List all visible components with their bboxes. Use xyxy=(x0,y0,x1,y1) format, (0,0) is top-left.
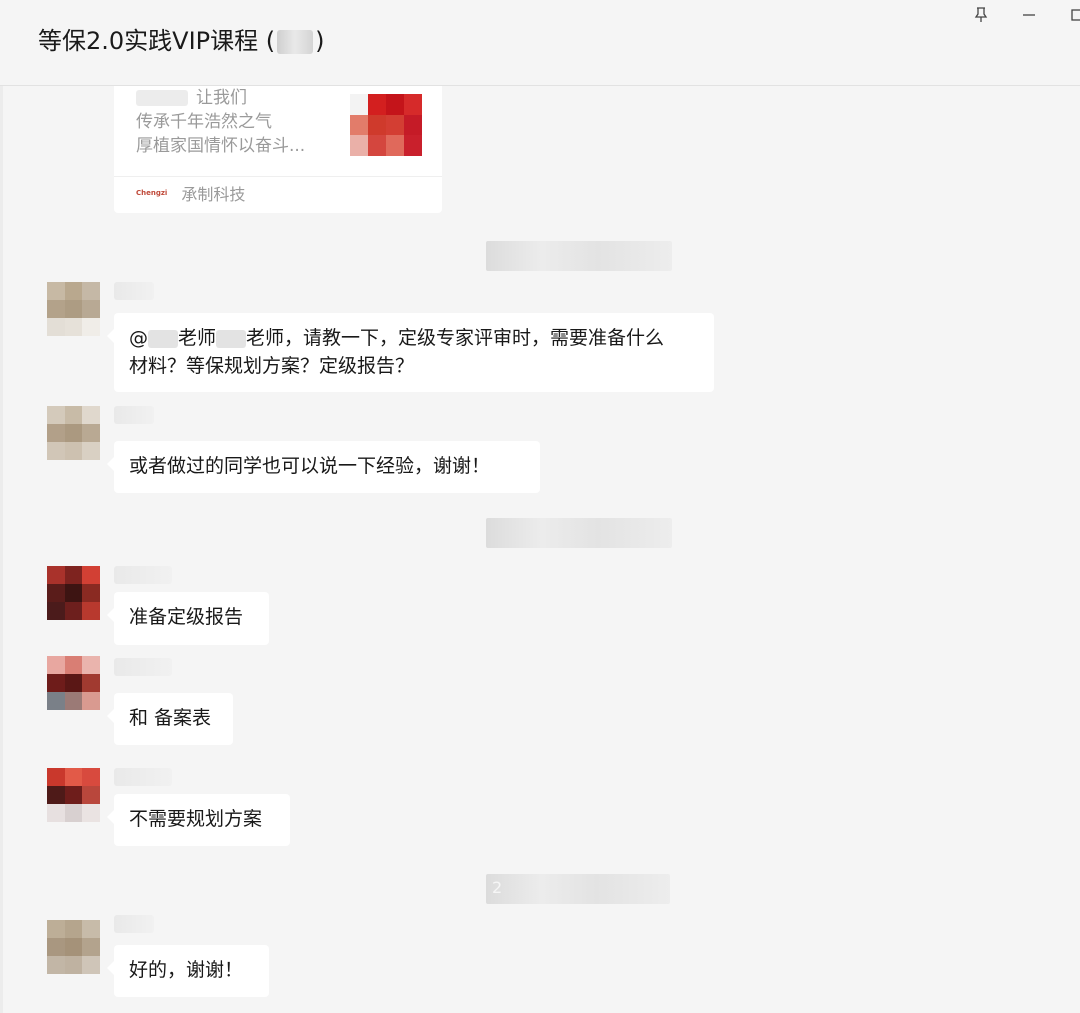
blurred-text xyxy=(136,90,188,106)
link-card-line-3: 厚植家国情怀以奋斗... xyxy=(136,136,306,156)
link-card-summary: 让我们 传承千年浩然之气 厚植家国情怀以奋斗... xyxy=(136,86,305,158)
avatar[interactable] xyxy=(47,566,100,620)
mention-symbol: @ xyxy=(129,327,148,349)
link-card-source: Chengzi 承制科技 xyxy=(136,182,245,204)
timestamp-blurred xyxy=(486,241,672,271)
source-logo: Chengzi xyxy=(136,189,168,197)
shared-link-card[interactable]: 让我们 传承千年浩然之气 厚植家国情怀以奋斗... Chengzi 承制科技 xyxy=(114,86,442,213)
mention-text: 老师 xyxy=(178,327,217,349)
member-count-blurred xyxy=(277,30,314,54)
avatar[interactable] xyxy=(47,282,100,336)
sender-name-blurred xyxy=(114,658,172,676)
chat-title: 等保2.0实践VIP课程 () xyxy=(38,22,325,60)
avatar[interactable] xyxy=(47,920,100,974)
chat-title-paren-close: ) xyxy=(315,27,325,55)
chat-header: 等保2.0实践VIP课程 () xyxy=(0,0,1080,86)
sender-name-blurred xyxy=(114,768,172,786)
link-card-line-2: 传承千年浩然之气 xyxy=(136,112,272,132)
sender-name-blurred xyxy=(114,406,154,424)
sender-name-blurred xyxy=(114,282,154,300)
timestamp-blurred: 2 xyxy=(486,874,670,904)
message-text: 和 备案表 xyxy=(129,707,212,729)
message-line: 材料？等保规划方案？定级报告？ xyxy=(129,355,415,377)
timestamp-blurred xyxy=(486,518,672,548)
message-text: 不需要规划方案 xyxy=(129,808,263,830)
link-card-thumbnail xyxy=(350,94,422,156)
avatar[interactable] xyxy=(47,768,100,822)
message-bubble[interactable]: 好的，谢谢！ xyxy=(107,945,269,997)
message-text: 准备定级报告 xyxy=(129,606,244,628)
chat-title-text: 等保2.0实践VIP课程 xyxy=(38,27,259,55)
message-text: 老师，请教一下，定级专家评审时，需要准备什么 xyxy=(246,327,665,349)
message-text: 好的，谢谢！ xyxy=(129,959,244,981)
blurred-name xyxy=(148,329,178,348)
chat-title-paren-open: ( xyxy=(265,27,276,55)
maximize-icon[interactable] xyxy=(1066,4,1080,26)
message-bubble[interactable]: @ 老师 老师，请教一下，定级专家评审时，需要准备什么 材料？等保规划方案？定级报告… xyxy=(107,313,714,392)
source-name: 承制科技 xyxy=(181,185,246,204)
avatar[interactable] xyxy=(47,406,100,460)
message-text: 或者做过的同学也可以说一下经验，谢谢！ xyxy=(129,455,491,477)
message-bubble[interactable]: 不需要规划方案 xyxy=(107,794,290,846)
timestamp-visible-digit: 2 xyxy=(492,878,503,897)
link-card-line-1: 让我们 xyxy=(196,88,247,108)
message-bubble[interactable]: 或者做过的同学也可以说一下经验，谢谢！ xyxy=(107,441,540,493)
pin-icon[interactable] xyxy=(970,4,992,26)
link-card-divider xyxy=(114,176,442,177)
sender-name-blurred xyxy=(114,566,172,584)
minimize-icon[interactable] xyxy=(1018,4,1040,26)
blurred-name xyxy=(216,329,247,348)
message-bubble[interactable]: 准备定级报告 xyxy=(107,592,269,645)
avatar[interactable] xyxy=(47,656,100,710)
left-edge xyxy=(0,0,3,1013)
message-line: @ 老师 老师，请教一下，定级专家评审时，需要准备什么 xyxy=(129,324,699,352)
message-bubble[interactable]: 和 备案表 xyxy=(107,693,233,745)
sender-name-blurred xyxy=(114,915,154,933)
